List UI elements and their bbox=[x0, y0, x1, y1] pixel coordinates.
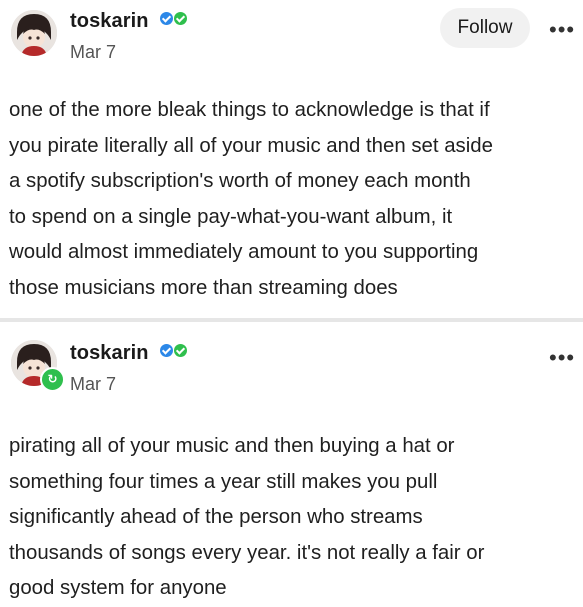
more-options-icon[interactable]: ••• bbox=[549, 347, 575, 369]
body-line: a spotify subscription's worth of money … bbox=[9, 170, 471, 192]
verified-green-icon bbox=[174, 12, 188, 25]
follow-button[interactable]: Follow bbox=[440, 8, 530, 48]
post-header: toskarin Mar 7 Follow ••• bbox=[0, 0, 583, 80]
post-body: pirating all of your music and then buyi… bbox=[9, 429, 579, 607]
verified-badges bbox=[160, 344, 188, 357]
post-body: one of the more bleak things to acknowle… bbox=[9, 93, 579, 306]
body-line: would almost immediately amount to you s… bbox=[9, 241, 479, 263]
verified-blue-icon bbox=[160, 344, 174, 357]
verified-green-icon bbox=[174, 344, 188, 357]
verified-blue-icon bbox=[160, 12, 174, 25]
body-line: pirating all of your music and then buyi… bbox=[9, 435, 455, 457]
post-date[interactable]: Mar 7 bbox=[70, 42, 116, 63]
body-line: thousands of songs every year. it's not … bbox=[9, 541, 485, 564]
body-line: you pirate literally all of your music a… bbox=[9, 134, 493, 157]
body-line: significantly ahead of the person who st… bbox=[9, 506, 423, 528]
username[interactable]: toskarin bbox=[70, 342, 188, 365]
verified-badges bbox=[160, 12, 188, 25]
username-label[interactable]: toskarin bbox=[70, 10, 149, 32]
post-header: ↻ toskarin Mar 7 ••• bbox=[0, 322, 583, 402]
post-date[interactable]: Mar 7 bbox=[70, 374, 116, 395]
username-label[interactable]: toskarin bbox=[70, 342, 149, 364]
body-line: something four times a year still makes … bbox=[9, 470, 438, 493]
reblog-icon: ↻ bbox=[40, 367, 65, 392]
post-original: toskarin Mar 7 Follow ••• one of the mor… bbox=[0, 0, 583, 320]
more-options-icon[interactable]: ••• bbox=[549, 19, 575, 41]
avatar[interactable] bbox=[11, 10, 57, 56]
body-line: to spend on a single pay-what-you-want a… bbox=[9, 205, 453, 228]
post-reblog: ↻ toskarin Mar 7 ••• pirating all of you… bbox=[0, 322, 583, 603]
username[interactable]: toskarin bbox=[70, 10, 188, 33]
body-line: one of the more bleak things to acknowle… bbox=[9, 99, 490, 121]
body-line: those musicians more than streaming does bbox=[9, 276, 398, 299]
body-line: good system for anyone bbox=[9, 577, 227, 599]
